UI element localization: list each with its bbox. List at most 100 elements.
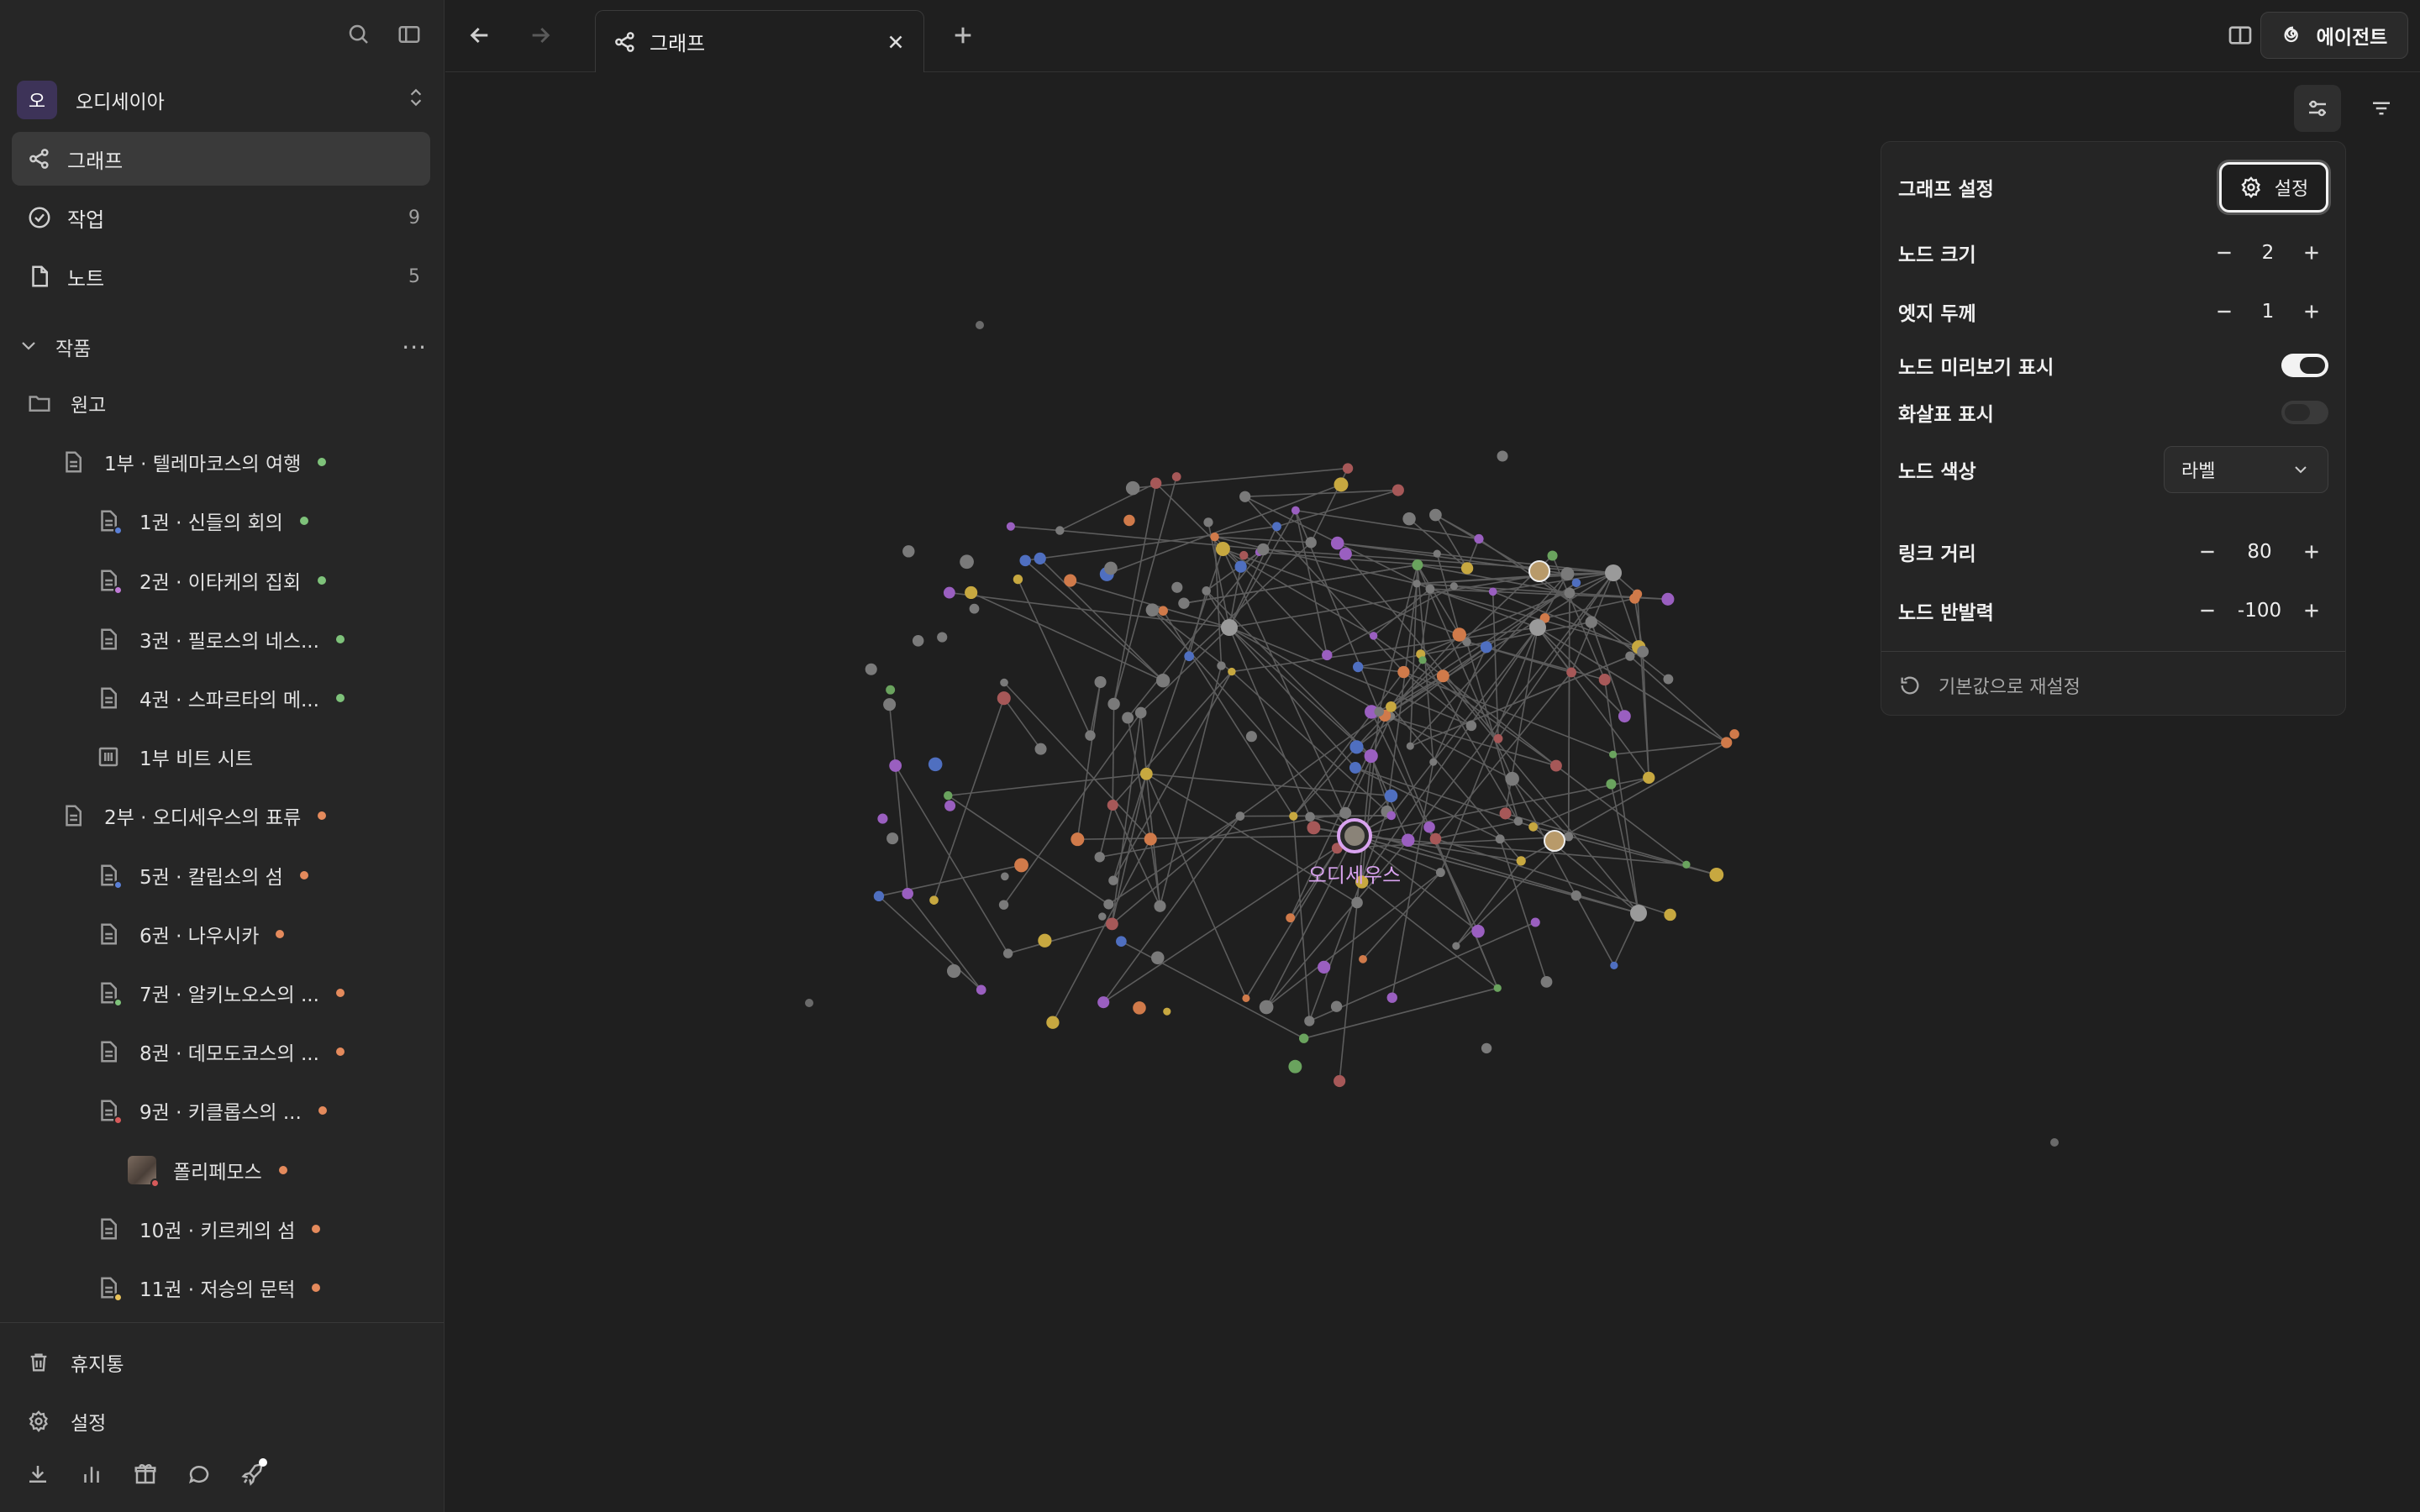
graph-node[interactable] (1516, 856, 1526, 866)
graph-node[interactable] (946, 963, 961, 979)
graph-node[interactable] (1682, 860, 1691, 869)
graph-node[interactable] (1334, 1074, 1346, 1088)
graph-node[interactable] (1210, 532, 1219, 542)
graph-node[interactable] (1203, 517, 1213, 528)
graph-node[interactable] (1570, 890, 1581, 901)
graph-node[interactable] (1495, 834, 1505, 844)
graph-node[interactable] (1150, 951, 1165, 965)
graph-node[interactable] (2050, 1138, 2059, 1147)
tree-item[interactable]: 9권 · 키클롭스의 ... (96, 1085, 327, 1136)
graph-node[interactable] (976, 321, 984, 329)
graph-node[interactable] (1630, 905, 1647, 921)
graph-node[interactable] (1664, 908, 1676, 921)
graph-node[interactable] (1406, 742, 1414, 750)
graph-node[interactable] (1103, 899, 1114, 910)
workspace-switcher[interactable]: 오 오디세이아 (17, 81, 427, 119)
graph-node[interactable] (1217, 661, 1226, 670)
plus-icon[interactable] (2295, 236, 2328, 270)
graph-node[interactable] (1386, 992, 1397, 1003)
graph-node[interactable] (976, 984, 986, 995)
graph-node[interactable] (1305, 537, 1317, 549)
graph-node[interactable] (1384, 789, 1398, 803)
graph-node[interactable] (1108, 875, 1118, 885)
nav-graph[interactable]: 그래프 (12, 132, 430, 186)
graph-node[interactable] (1397, 665, 1410, 679)
graph-node[interactable] (1392, 484, 1404, 496)
graph-node[interactable] (1540, 975, 1553, 988)
minus-icon[interactable] (2191, 535, 2224, 569)
minus-icon[interactable] (2191, 594, 2224, 627)
graph-node[interactable] (1122, 711, 1134, 724)
graph-node[interactable] (865, 663, 877, 675)
graph-node[interactable] (1019, 554, 1031, 567)
minus-icon[interactable] (2207, 236, 2241, 270)
graph-node[interactable] (1605, 564, 1622, 581)
graph-node[interactable] (1288, 1059, 1302, 1074)
tree-item[interactable]: 7권 · 알키노오스의 ... (96, 968, 345, 1018)
graph-node[interactable] (1125, 480, 1140, 496)
graph-node[interactable] (1564, 587, 1576, 599)
graph-node[interactable] (1107, 697, 1120, 711)
graph-node[interactable] (1497, 450, 1508, 462)
graph-node[interactable] (1488, 587, 1497, 596)
graph-node[interactable] (902, 887, 913, 900)
graph-node[interactable] (1139, 767, 1153, 780)
tree-item[interactable]: 6권 · 나우시카 (96, 909, 285, 959)
stats-icon[interactable] (79, 1462, 104, 1490)
graph-node[interactable] (1334, 477, 1349, 492)
settings-button[interactable]: 설정 (2219, 162, 2328, 213)
filter-button[interactable] (2358, 85, 2405, 132)
reset-defaults-button[interactable]: 기본값으로 재설정 (1898, 669, 2081, 702)
graph-node[interactable] (1094, 852, 1105, 863)
graph-node[interactable] (1155, 674, 1171, 688)
graph-node[interactable] (1709, 867, 1724, 882)
image-node[interactable] (1528, 560, 1550, 582)
graph-node[interactable] (1610, 961, 1618, 970)
graph-node[interactable] (1150, 477, 1162, 489)
new-tab-plus-icon[interactable] (950, 22, 976, 49)
graph-node[interactable] (886, 832, 899, 845)
graph-node[interactable] (902, 545, 915, 558)
graph-node[interactable] (1425, 584, 1435, 594)
graph-node[interactable] (1663, 674, 1674, 685)
graph-node[interactable] (1423, 821, 1435, 833)
tab-graph[interactable]: 그래프 (595, 10, 924, 72)
section-works[interactable]: 작품 ··· (18, 330, 427, 364)
graph-node[interactable] (929, 895, 939, 905)
graph-node[interactable] (1449, 582, 1458, 591)
graph-node[interactable] (1359, 954, 1367, 963)
minus-icon[interactable] (2207, 295, 2241, 328)
graph-node[interactable] (1071, 832, 1085, 847)
graph-node[interactable] (944, 790, 953, 801)
graph-node[interactable] (1429, 758, 1438, 766)
graph-node[interactable] (1342, 463, 1354, 474)
graph-node[interactable] (1184, 651, 1194, 662)
graph-node[interactable] (1560, 567, 1575, 581)
graph-node[interactable] (1305, 811, 1315, 822)
graph-node[interactable] (1530, 917, 1540, 927)
graph-node[interactable] (1034, 552, 1046, 564)
node-color-select[interactable]: 라벨 (2164, 446, 2328, 493)
graph-node[interactable] (1661, 592, 1675, 606)
graph-node[interactable] (1006, 522, 1015, 531)
graph-node[interactable] (1145, 603, 1160, 617)
graph-node[interactable] (1013, 574, 1023, 585)
agent-button[interactable]: 에이전트 (2260, 12, 2408, 59)
graph-node[interactable] (883, 698, 897, 711)
graph-node[interactable] (1046, 1016, 1060, 1029)
graph-node[interactable] (1418, 656, 1427, 664)
tree-item[interactable]: 4권 · 스파르타의 메... (96, 673, 345, 723)
graph-node[interactable] (1144, 832, 1157, 846)
tree-item[interactable]: 1부 비트 시트 (96, 732, 253, 782)
graph-node[interactable] (1493, 984, 1502, 992)
tree-item[interactable]: 5권 · 칼립소의 섬 (96, 850, 308, 900)
graph-node[interactable] (1436, 669, 1449, 683)
graph-node[interactable] (1234, 560, 1247, 573)
graph-node[interactable] (1625, 651, 1635, 661)
graph-node[interactable] (1413, 580, 1421, 588)
plus-icon[interactable] (2295, 535, 2328, 569)
graph-node[interactable] (928, 757, 943, 772)
graph-node[interactable] (969, 603, 980, 614)
graph-node[interactable] (1465, 720, 1477, 732)
graph-node[interactable] (1351, 896, 1363, 909)
